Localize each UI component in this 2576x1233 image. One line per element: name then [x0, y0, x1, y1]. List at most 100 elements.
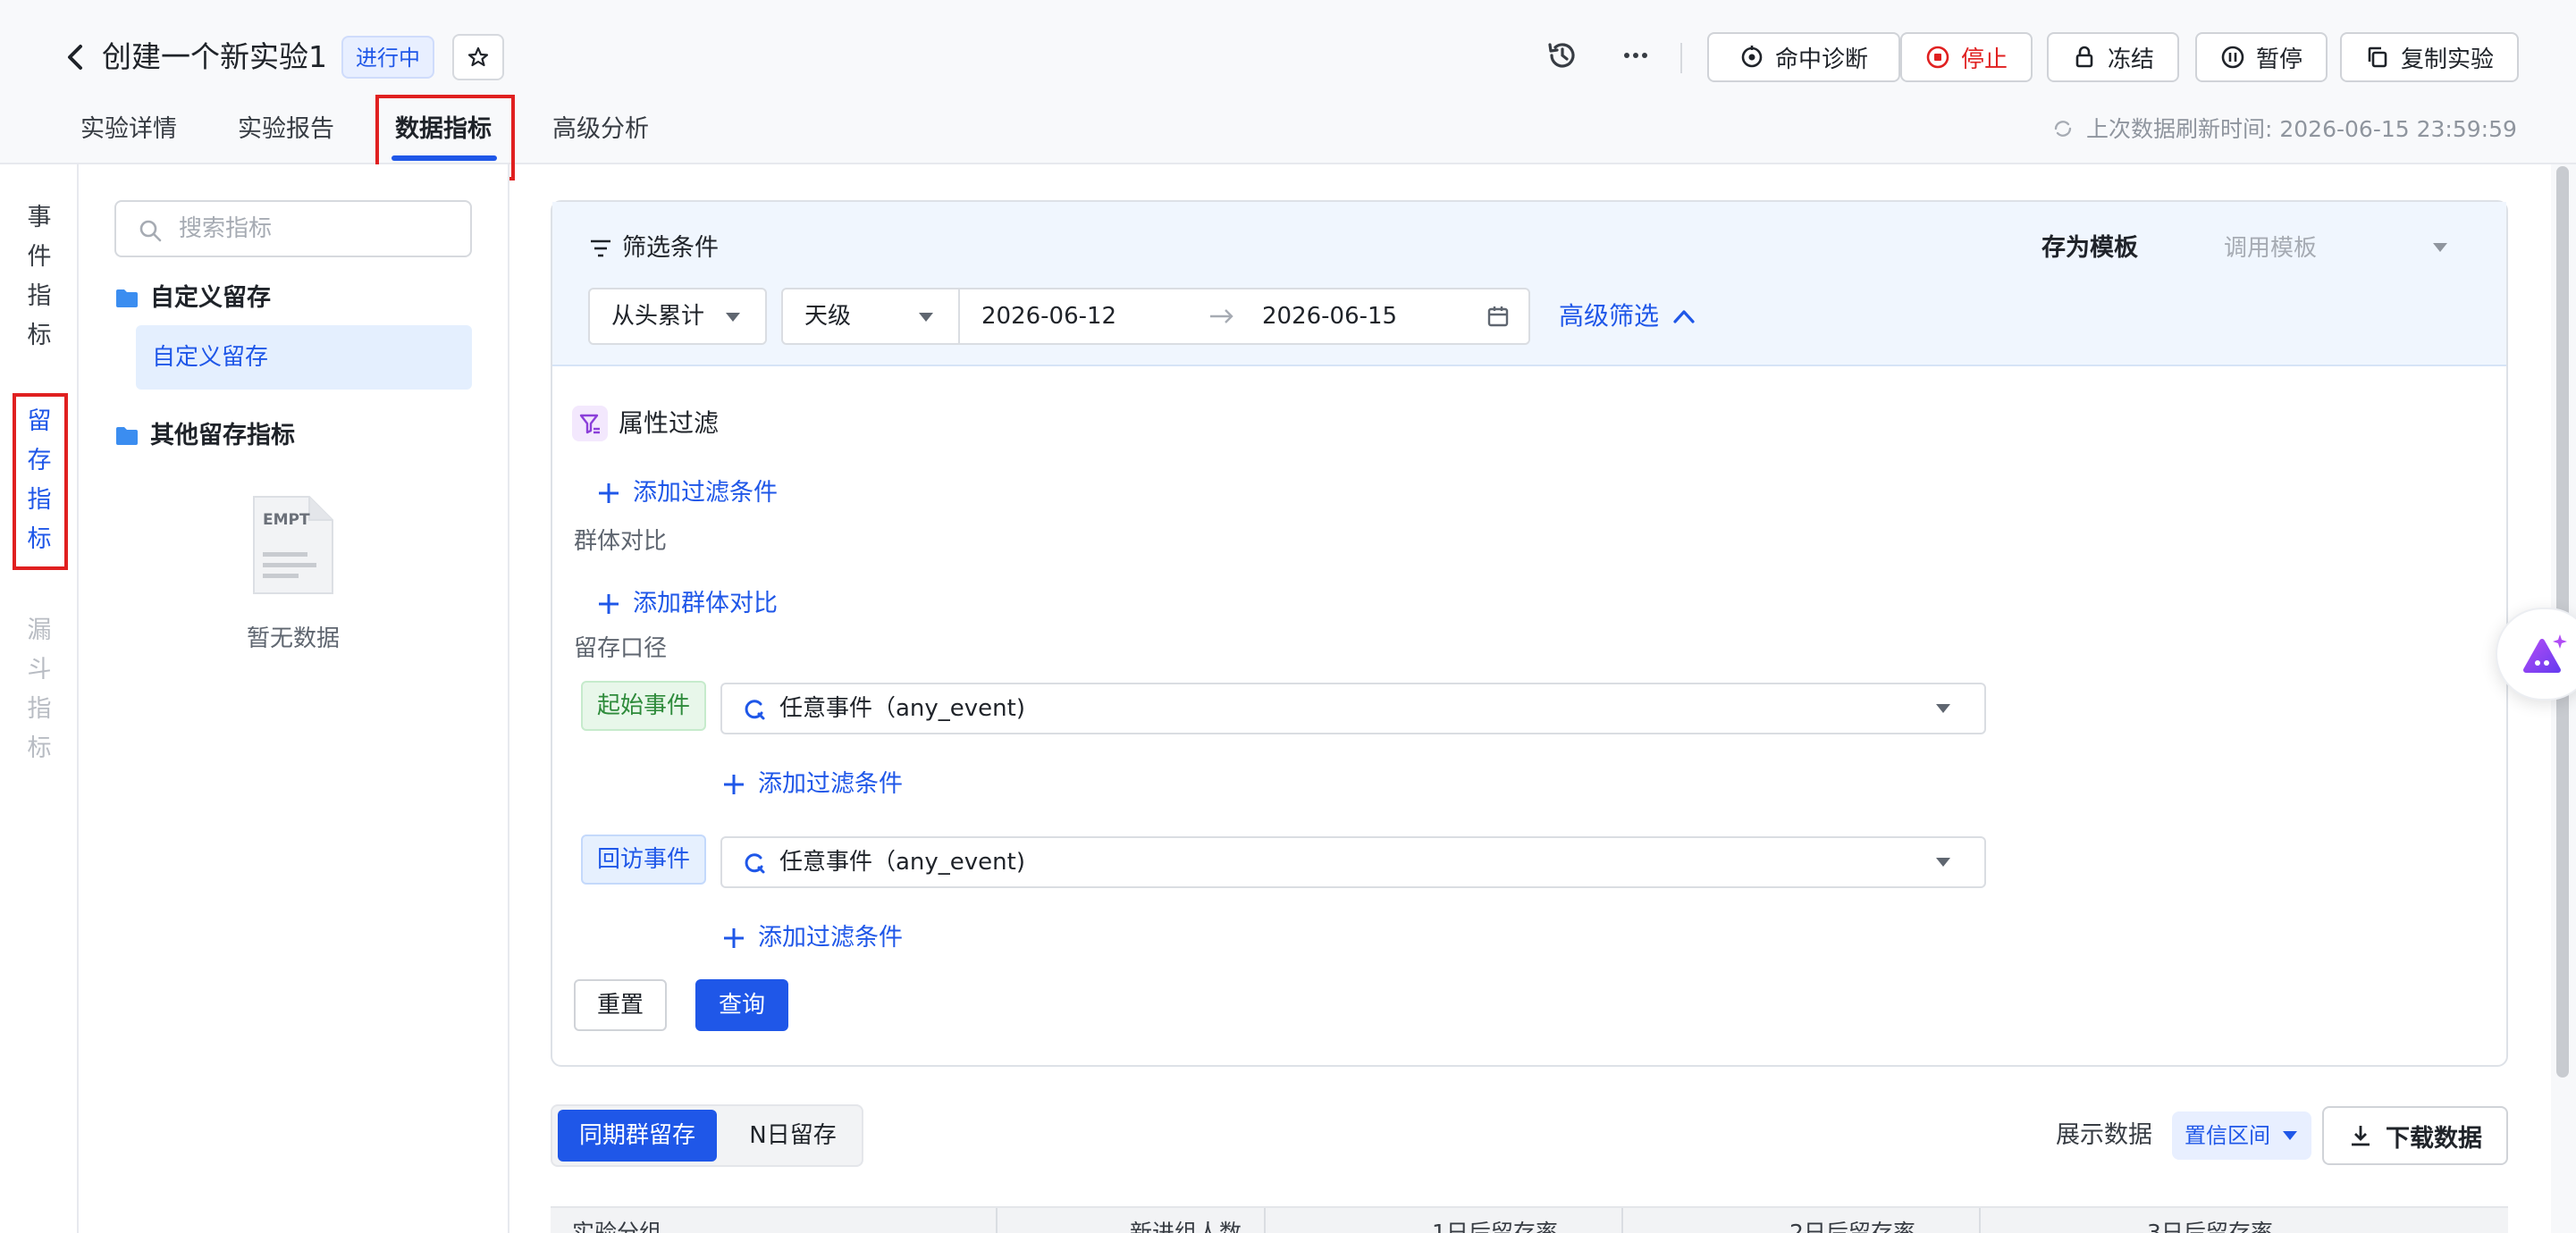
segment-cohort-retention[interactable]: 同期群留存	[558, 1110, 717, 1162]
lock-icon	[2075, 46, 2093, 68]
column-divider	[996, 1208, 998, 1233]
more-icon[interactable]	[1616, 36, 1655, 75]
metric-search-box[interactable]	[114, 200, 472, 257]
granularity-value: 天级	[804, 303, 852, 330]
granularity-select[interactable]: 天级	[781, 288, 960, 345]
event-icon	[745, 700, 765, 720]
group-title-custom-retention[interactable]: 自定义留存	[150, 279, 271, 318]
plus-icon	[724, 928, 744, 948]
accumulation-mode-select[interactable]: 从头累计	[588, 288, 767, 345]
download-icon	[2352, 1126, 2370, 1146]
return-event-select[interactable]: 任意事件（any_event)	[720, 836, 1986, 888]
diagnose-label: 命中诊断	[1774, 46, 1868, 73]
confidence-interval-select[interactable]: 置信区间	[2172, 1111, 2311, 1160]
rail-item-event-metrics[interactable]: 事件指标	[25, 198, 54, 356]
star-icon	[467, 46, 489, 67]
folder-icon	[116, 289, 138, 307]
date-start[interactable]: 2026-06-12	[981, 289, 1116, 343]
group-compare-label: 群体对比	[574, 528, 668, 555]
query-button[interactable]: 查询	[695, 979, 788, 1031]
stop-icon	[1926, 46, 1949, 69]
retention-caliber-label: 留存口径	[574, 635, 668, 662]
save-template-button[interactable]: 存为模板	[2041, 229, 2138, 268]
date-end[interactable]: 2026-06-15	[1262, 289, 1397, 343]
ai-assistant-icon	[2523, 634, 2567, 673]
metric-item-custom-retention[interactable]: 自定义留存	[136, 325, 472, 390]
search-icon	[139, 220, 162, 242]
freeze-button[interactable]: 冻结	[2047, 32, 2179, 82]
confidence-interval-value: 置信区间	[2185, 1123, 2270, 1148]
column-header-group: 实验分组	[572, 1220, 662, 1233]
add-filter-label: 添加过滤条件	[633, 479, 778, 507]
segment-n-day-retention[interactable]: N日留存	[728, 1110, 858, 1162]
return-event-add-filter-link[interactable]: 添加过滤条件	[722, 918, 903, 958]
event-icon	[745, 853, 765, 874]
start-event-tag: 起始事件	[581, 681, 707, 731]
empty-state-text: 暂无数据	[246, 625, 340, 652]
copy-label: 复制实验	[2400, 46, 2494, 73]
add-filter-link[interactable]: 添加过滤条件	[597, 474, 778, 513]
back-arrow-icon[interactable]	[61, 39, 89, 75]
column-divider	[1979, 1208, 1981, 1233]
header-divider	[1680, 43, 1682, 73]
date-range-picker[interactable]: 2026-06-12 2026-06-15	[958, 288, 1530, 345]
tab-experiment-details[interactable]: 实验详情	[80, 107, 177, 152]
column-divider	[1621, 1208, 1623, 1233]
plus-icon	[599, 594, 619, 614]
refresh-icon[interactable]	[2050, 116, 2075, 141]
highlight-box-rail	[13, 393, 68, 570]
chevron-down-icon	[2283, 1131, 2297, 1140]
empty-document-icon	[253, 496, 333, 594]
download-data-button[interactable]: 下载数据	[2322, 1106, 2508, 1165]
pause-icon	[2221, 46, 2244, 69]
copy-experiment-button[interactable]: 复制实验	[2340, 32, 2519, 82]
reset-button[interactable]: 重置	[574, 979, 667, 1031]
metric-search-input[interactable]	[179, 211, 456, 247]
chevron-down-icon	[1936, 704, 1950, 713]
refresh-time: 上次数据刷新时间: 2026-06-15 23:59:59	[2086, 116, 2517, 142]
show-data-label: 展示数据	[2056, 1121, 2152, 1149]
column-header-day1-retention[interactable]: 1日后留存率	[1432, 1215, 1558, 1233]
column-header-day3-retention[interactable]: 3日后留存率	[2147, 1215, 2273, 1233]
target-icon	[1741, 46, 1763, 68]
return-event-value: 任意事件（any_event)	[779, 849, 1025, 876]
start-event-value: 任意事件（any_event)	[779, 695, 1025, 722]
chevron-up-icon[interactable]	[1671, 306, 1696, 327]
favorite-button[interactable]	[452, 34, 504, 80]
start-event-select[interactable]: 任意事件（any_event)	[720, 683, 1986, 734]
chevron-down-icon	[2433, 243, 2447, 252]
column-divider	[1264, 1208, 1266, 1233]
property-filter-icon	[572, 406, 608, 441]
property-filter-title: 属性过滤	[619, 408, 720, 438]
start-event-add-filter-label: 添加过滤条件	[758, 770, 903, 798]
return-event-add-filter-label: 添加过滤条件	[758, 924, 903, 952]
folder-icon	[116, 427, 138, 445]
download-data-label: 下载数据	[2386, 1124, 2482, 1153]
column-header-day2-retention[interactable]: 2日后留存率	[1789, 1215, 1915, 1233]
group-title-other-retention[interactable]: 其他留存指标	[150, 416, 295, 456]
use-template-select[interactable]: 调用模板	[2224, 229, 2447, 268]
return-event-tag: 回访事件	[581, 835, 707, 885]
add-group-compare-link[interactable]: 添加群体对比	[597, 584, 778, 624]
column-header-new-users: 新进组人数	[1130, 1220, 1242, 1233]
chevron-down-icon	[1936, 858, 1950, 867]
start-event-add-filter-link[interactable]: 添加过滤条件	[722, 765, 903, 804]
plus-icon	[599, 483, 619, 503]
experiment-title: 创建一个新实验1	[102, 39, 327, 74]
history-icon[interactable]	[1543, 36, 1582, 75]
calendar-icon	[1487, 306, 1509, 327]
tab-experiment-report[interactable]: 实验报告	[238, 107, 334, 152]
pause-button[interactable]: 暂停	[2195, 32, 2328, 82]
stop-button[interactable]: 停止	[1900, 32, 2033, 82]
status-badge: 进行中	[341, 36, 434, 79]
advanced-filter-toggle[interactable]: 高级筛选	[1559, 295, 1659, 338]
tab-advanced-analysis[interactable]: 高级分析	[552, 107, 649, 152]
results-table-header: 实验分组 新进组人数 1日后留存率 2日后留存率 3日后留存率	[551, 1206, 2508, 1233]
empty-icon-label: EMPT	[263, 511, 310, 529]
filter-lines-icon	[591, 239, 610, 257]
diagnose-button[interactable]: 命中诊断	[1707, 32, 1900, 82]
plus-icon	[724, 775, 744, 794]
chevron-down-icon	[919, 313, 933, 322]
rail-item-funnel-metrics[interactable]: 漏斗指标	[25, 611, 54, 768]
accumulation-mode-value: 从头累计	[611, 303, 705, 330]
